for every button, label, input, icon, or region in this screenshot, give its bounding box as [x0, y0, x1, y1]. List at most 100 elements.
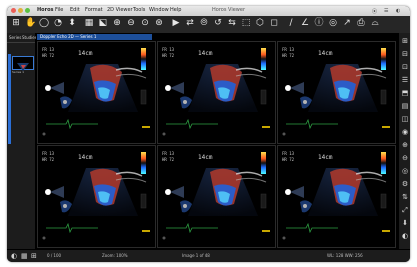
echo-image	[162, 48, 270, 136]
series-tab[interactable]: Doppler Echo 2D — Series 1	[37, 34, 152, 40]
orientation-icon[interactable]: ⬕	[98, 18, 108, 29]
menu-edit[interactable]: Edit	[70, 7, 80, 13]
menu-tools[interactable]: Tools	[133, 7, 145, 13]
layout-2x2-icon[interactable]: ⊡	[400, 63, 410, 71]
layout-icon[interactable]: ▦	[21, 252, 28, 260]
tab-studies[interactable]: Studies	[22, 35, 37, 40]
hr-label: HR 72	[282, 157, 295, 162]
layout-1x1-icon[interactable]: ⊞	[400, 37, 410, 45]
image-viewer[interactable]: Doppler Echo 2D — Series 1 FR 13 HR 72 1…	[36, 33, 398, 249]
print-icon[interactable]: ⎙	[356, 18, 366, 29]
mpr-icon[interactable]: ⬚	[241, 18, 251, 29]
status-icon[interactable]: ⦿	[372, 8, 377, 15]
contrast-icon[interactable]: ◐	[400, 232, 410, 240]
depth-label: 14cm	[78, 50, 93, 57]
app-window: Horos File Edit Format 2D Viewer Tools W…	[7, 6, 410, 262]
viewport[interactable]: FR 13 HR 72 14cm	[37, 145, 156, 248]
image-position: Image 1 of 48	[182, 253, 210, 258]
rotate-icon[interactable]: ◔	[53, 18, 63, 29]
series-thumbnail-label: Series 1	[12, 70, 25, 74]
menu-help[interactable]: Help	[170, 7, 181, 13]
viewport[interactable]: FR 13 HR 72 14cm	[277, 145, 396, 248]
series-scroll-strip[interactable]	[8, 54, 11, 144]
rgb-icon[interactable]: ⦾	[199, 18, 209, 29]
viewport[interactable]: FR 13 HR 72 14cm	[37, 41, 156, 144]
remove-icon[interactable]: ⊖	[400, 154, 410, 162]
fit-icon[interactable]: ⊙	[140, 18, 150, 29]
expand-icon[interactable]: ⤢	[400, 206, 410, 214]
frame-label: FR 13	[162, 151, 175, 156]
depth-label: 14cm	[78, 154, 93, 161]
roi-icon[interactable]: ◻	[269, 18, 279, 29]
move-icon[interactable]: ✋	[25, 18, 36, 29]
close-button[interactable]	[11, 8, 16, 13]
table-icon[interactable]: ▤	[400, 102, 410, 110]
viewport[interactable]: FR 13 HR 72 14cm	[277, 41, 396, 144]
menu-app[interactable]: Horos	[37, 7, 54, 13]
split-icon[interactable]: ◫	[400, 115, 410, 123]
reset-icon[interactable]: ↺	[213, 18, 223, 29]
settings-icon[interactable]: ⚙	[400, 180, 410, 188]
fit-all-icon[interactable]: ⊛	[154, 18, 164, 29]
layout-2x1-icon[interactable]: ⊟	[400, 50, 410, 58]
info-icon[interactable]: ⓘ	[314, 18, 324, 29]
window-level-readout: WL: 128 WW: 256	[327, 253, 363, 258]
frame-label: FR 13	[42, 151, 55, 156]
sync-icon[interactable]: ⇄	[185, 18, 195, 29]
zoom-icon[interactable]: ◯	[39, 18, 49, 29]
window-level-icon[interactable]: ⊞	[11, 18, 21, 29]
headphones-icon[interactable]: ⌓	[370, 18, 380, 29]
menu-window[interactable]: Window	[149, 7, 169, 13]
tile-icon[interactable]: ▦	[84, 18, 94, 29]
viewport[interactable]: FR 13 HR 72 14cm	[157, 145, 276, 248]
display-icon[interactable]: ◐	[396, 8, 400, 14]
zoom-out-icon[interactable]: ⊖	[126, 18, 136, 29]
tab-series[interactable]: Series	[9, 35, 21, 40]
frame-label: FR 13	[162, 47, 175, 52]
list-icon[interactable]: ☰	[400, 76, 410, 84]
series-panel: Series Studies Series 1	[7, 33, 37, 249]
sort-icon[interactable]: ⇅	[400, 193, 410, 201]
3d-icon[interactable]: ⬡	[255, 18, 265, 29]
zoom-in-icon[interactable]: ⊕	[112, 18, 122, 29]
hr-label: HR 72	[42, 53, 55, 58]
echo-image	[162, 152, 270, 240]
series-thumbnail[interactable]	[12, 56, 34, 71]
angle-icon[interactable]: ∠	[300, 18, 310, 29]
menu-list-icon[interactable]: ☰	[384, 8, 388, 14]
minimize-button[interactable]	[18, 8, 23, 13]
toolbar: ⊞ ✋ ◯ ◔ ⬍ ▦ ⬕ ⊕ ⊖ ⊙ ⊛ ▶ ⇄ ⦾ ↺ ⇆ ⬚ ⬡ ◻ ∕ ∠ ⓘ ◎ ↗ ⎙ ⌓	[7, 16, 410, 34]
frame-label: FR 13	[282, 47, 295, 52]
cine-icon[interactable]: ▶	[171, 18, 181, 29]
movie-icon[interactable]: ◎	[328, 18, 338, 29]
depth-label: 14cm	[318, 154, 333, 161]
target-icon[interactable]: ◎	[400, 167, 410, 175]
zoom-readout: Zoom: 100%	[102, 253, 128, 258]
depth-label: 14cm	[318, 50, 333, 57]
echo-image	[42, 48, 150, 136]
panel-icon[interactable]: ⬒	[400, 89, 410, 97]
echo-image	[282, 152, 390, 240]
depth-label: 14cm	[198, 50, 213, 57]
record-icon[interactable]: ◉	[400, 128, 410, 136]
export-icon[interactable]: ↗	[342, 18, 352, 29]
download-icon[interactable]: ⬇	[400, 219, 410, 227]
grid-icon[interactable]: ⊞	[31, 252, 37, 260]
scroll-icon[interactable]: ⬍	[67, 18, 77, 29]
flip-icon[interactable]: ⇆	[227, 18, 237, 29]
contrast-icon[interactable]: ◐	[11, 252, 17, 260]
hr-label: HR 72	[162, 157, 175, 162]
echo-image	[282, 48, 390, 136]
menu-2d-viewer[interactable]: 2D Viewer	[107, 7, 133, 13]
menubar: Horos File Edit Format 2D Viewer Tools W…	[7, 6, 410, 16]
viewport[interactable]: FR 13 HR 72 14cm	[157, 41, 276, 144]
menu-format[interactable]: Format	[85, 7, 103, 13]
frame-label: FR 13	[282, 151, 295, 156]
panel-divider	[7, 42, 35, 43]
add-icon[interactable]: ⊕	[400, 141, 410, 149]
menu-file[interactable]: File	[55, 7, 63, 13]
measure-icon[interactable]: ∕	[286, 18, 296, 29]
depth-label: 14cm	[198, 154, 213, 161]
frame-label: FR 13	[42, 47, 55, 52]
zoom-button[interactable]	[25, 8, 30, 13]
